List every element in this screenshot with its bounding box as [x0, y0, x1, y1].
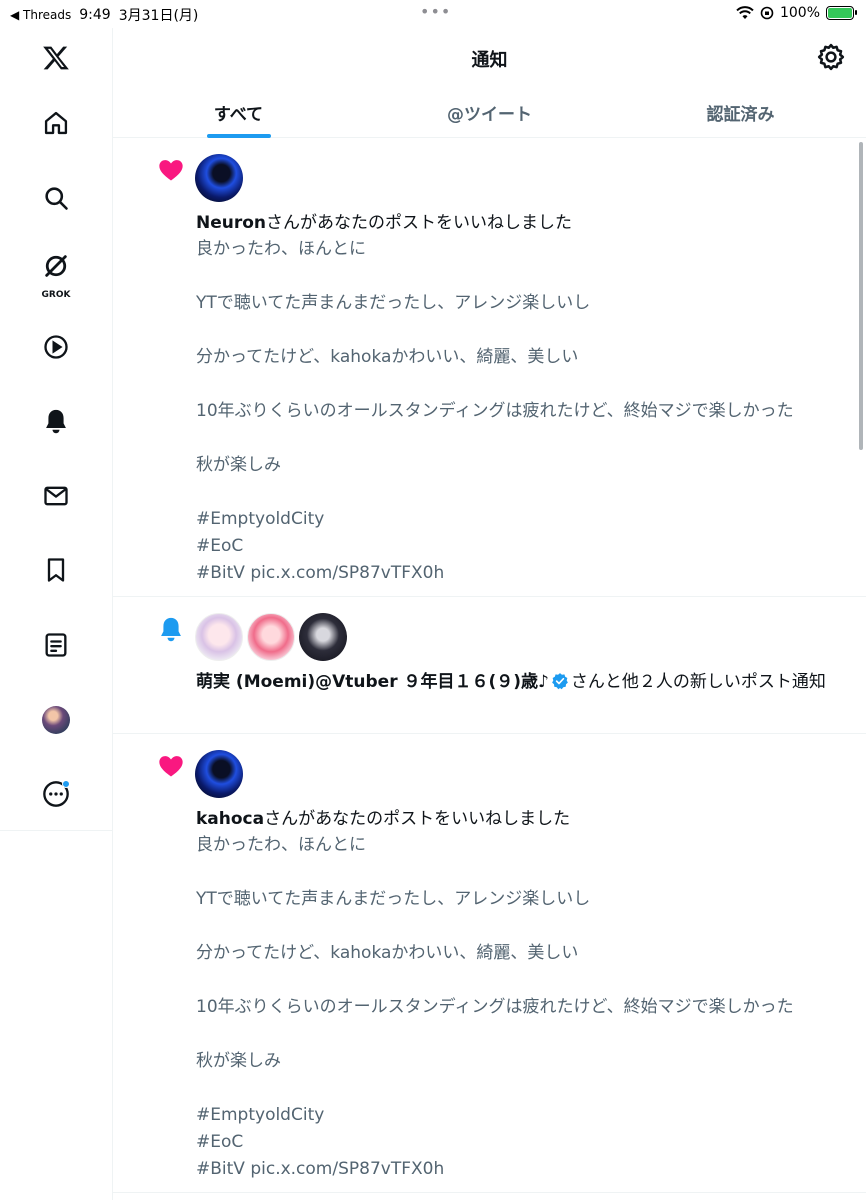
orientation-lock-icon: [760, 6, 774, 20]
heart-icon: [159, 160, 183, 181]
scrollbar[interactable]: [859, 142, 863, 450]
home-icon[interactable]: [34, 101, 78, 145]
battery-icon: [826, 6, 857, 20]
user-name[interactable]: kahoca: [196, 809, 264, 829]
notification-title: Neuronさんがあなたのポストをいいねしました: [196, 211, 856, 236]
notification-item[interactable]: 萌実 (Moemi)@Vtuber ９年目１６(９)歳♪ さんと他２人の新しいポス…: [113, 597, 866, 734]
verified-badge-icon: [552, 673, 568, 690]
wifi-icon: [736, 6, 754, 19]
sidebar-divider: [0, 830, 113, 831]
video-icon[interactable]: [34, 325, 78, 369]
tab-mentions[interactable]: @ツイート: [364, 90, 615, 138]
lists-icon[interactable]: [34, 623, 78, 667]
notification-tabs: すべて @ツイート 認証済み: [113, 90, 866, 138]
multitasking-dots[interactable]: •••: [420, 2, 451, 21]
search-icon[interactable]: [34, 176, 78, 220]
status-bar: ◀ Threads 9:49 3月31日(月) ••• 100%: [0, 0, 866, 28]
page-title: 通知: [471, 50, 508, 71]
tab-verified-label: 認証済み: [706, 105, 775, 125]
avatar: [42, 706, 70, 734]
user-name[interactable]: Neuron: [196, 213, 266, 233]
tab-mentions-label: @ツイート: [447, 105, 532, 125]
avatar[interactable]: [247, 613, 295, 661]
bell-icon[interactable]: [34, 399, 78, 443]
profile-avatar[interactable]: [34, 698, 78, 742]
notification-action: さんがあなたのポストをいいねしました: [266, 213, 573, 233]
post-text: 良かったわ、ほんとに YTで聴いてた声まんまだったし、アレンジ楽しいし 分かって…: [196, 835, 794, 1179]
avatar[interactable]: [195, 154, 243, 202]
avatar[interactable]: [195, 750, 243, 798]
back-to-app-link[interactable]: ◀ Threads: [10, 8, 71, 22]
tab-all[interactable]: すべて: [113, 90, 364, 138]
heart-icon: [159, 756, 183, 777]
x-logo-icon[interactable]: [34, 36, 78, 80]
notification-action: さんと他２人の新しいポスト通知: [570, 672, 826, 692]
more-icon[interactable]: [34, 772, 78, 816]
notification-action: さんがあなたのポストをいいねしました: [264, 809, 571, 829]
battery-percent: 100%: [779, 5, 820, 21]
grok-label: GROK: [41, 290, 71, 300]
grok-icon[interactable]: GROK: [34, 246, 78, 300]
mail-icon[interactable]: [34, 474, 78, 518]
sidebar: GROK: [0, 28, 113, 1200]
notification-title: kahocaさんがあなたのポストをいいねしました: [196, 807, 856, 832]
tab-all-label: すべて: [213, 105, 264, 125]
bookmark-icon[interactable]: [34, 548, 78, 592]
notification-item[interactable]: Neuronさんがあなたのポストをいいねしました 良かったわ、ほんとに YTで聴…: [113, 138, 866, 597]
avatar[interactable]: [195, 613, 243, 661]
gear-icon[interactable]: [816, 42, 846, 72]
post-text: 良かったわ、ほんとに YTで聴いてた声まんまだったし、アレンジ楽しいし 分かって…: [196, 239, 794, 583]
notification-item[interactable]: kahocaさんがあなたのポストをいいねしました 良かったわ、ほんとに YTで聴…: [113, 734, 866, 1193]
notification-title: 萌実 (Moemi)@Vtuber ９年目１６(９)歳♪ さんと他２人の新しいポス…: [196, 670, 861, 695]
tab-verified[interactable]: 認証済み: [615, 90, 866, 138]
user-name[interactable]: 萌実 (Moemi)@Vtuber ９年目１６(９)歳♪: [196, 672, 549, 692]
bell-icon: [161, 617, 181, 642]
status-time: 9:49: [79, 7, 111, 23]
unread-dot: [62, 780, 70, 788]
avatar[interactable]: [299, 613, 347, 661]
status-date: 3月31日(月): [118, 8, 199, 24]
notifications-header: 通知 すべて @ツイート 認証済み: [113, 28, 866, 138]
